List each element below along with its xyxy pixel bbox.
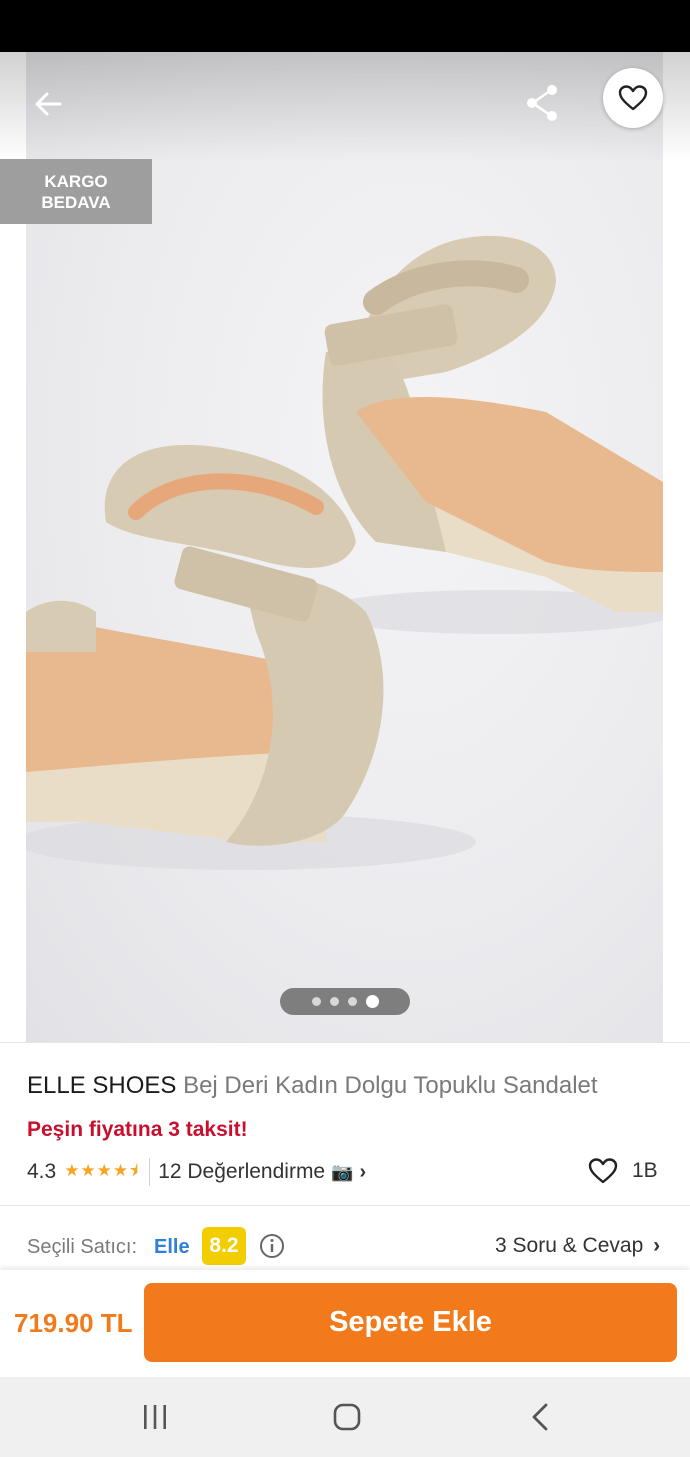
seller-row: Seçili Satıcı: Elle 8.2 3 Soru & Cevap › [27, 1226, 667, 1266]
price: 719.90 TL [14, 1308, 133, 1338]
share-icon [527, 85, 557, 121]
likes-count: 1B [632, 1159, 658, 1182]
heart-outline-icon [618, 85, 648, 111]
seller-label: Seçili Satıcı: [27, 1236, 138, 1258]
info-icon[interactable] [259, 1233, 285, 1259]
seller-score-badge: 8.2 [202, 1227, 246, 1265]
separator [149, 1158, 151, 1186]
free-shipping-badge: KARGO BEDAVA [0, 159, 152, 224]
brand-name[interactable]: ELLE SHOES [27, 1072, 176, 1099]
heart-outline-icon [588, 1158, 618, 1184]
add-to-cart-button[interactable]: Sepete Ekle [144, 1283, 677, 1362]
product-name: Bej Deri Kadın Dolgu Topuklu Sandalet [183, 1072, 598, 1099]
pagination-dot[interactable] [365, 995, 379, 1008]
camera-icon: 📷 [331, 1161, 354, 1182]
rating-score: 4.3 [27, 1160, 57, 1183]
likes-button[interactable]: 1B [588, 1157, 658, 1185]
pagination-dot[interactable] [311, 997, 321, 1006]
back-button[interactable] [26, 82, 70, 126]
top-gradient [0, 52, 690, 162]
share-button[interactable] [520, 80, 566, 126]
recent-apps-icon[interactable] [135, 1397, 175, 1437]
product-title: ELLE SHOES Bej Deri Kadın Dolgu Topuklu … [27, 1072, 667, 1100]
favorite-button[interactable] [603, 68, 663, 128]
seller-name-link[interactable]: Elle [154, 1236, 190, 1259]
rating-stars: ★★★★⯨ [64, 1160, 140, 1180]
badge-line-1: KARGO [44, 171, 108, 191]
divider [0, 1042, 690, 1043]
reviews-link[interactable]: 12 Değerlendirme [158, 1160, 325, 1184]
qa-link[interactable]: 3 Soru & Cevap › [495, 1234, 660, 1258]
product-gallery[interactable]: KARGO BEDAVA [0, 52, 690, 1042]
pagination-dot[interactable] [329, 997, 339, 1006]
pagination-dot[interactable] [347, 997, 357, 1006]
status-bar [0, 0, 690, 52]
system-nav-bar [0, 1377, 690, 1457]
divider [0, 1205, 690, 1206]
installment-text: Peşin fiyatına 3 taksit! [27, 1118, 248, 1141]
chevron-right-icon: › [653, 1234, 661, 1257]
home-icon[interactable] [327, 1397, 367, 1437]
image-pagination[interactable] [280, 988, 410, 1015]
chevron-right-icon: › [359, 1160, 367, 1183]
qa-text: 3 Soru & Cevap [495, 1234, 644, 1257]
bottom-action-bar: 719.90 TL Sepete Ekle [0, 1270, 690, 1377]
badge-line-2: BEDAVA [41, 192, 111, 212]
rating-row: 4.3 ★★★★⯨ 12 Değerlendirme 📷 › [27, 1156, 667, 1188]
arrow-left-icon [35, 92, 62, 116]
back-chevron-icon[interactable] [521, 1397, 561, 1437]
